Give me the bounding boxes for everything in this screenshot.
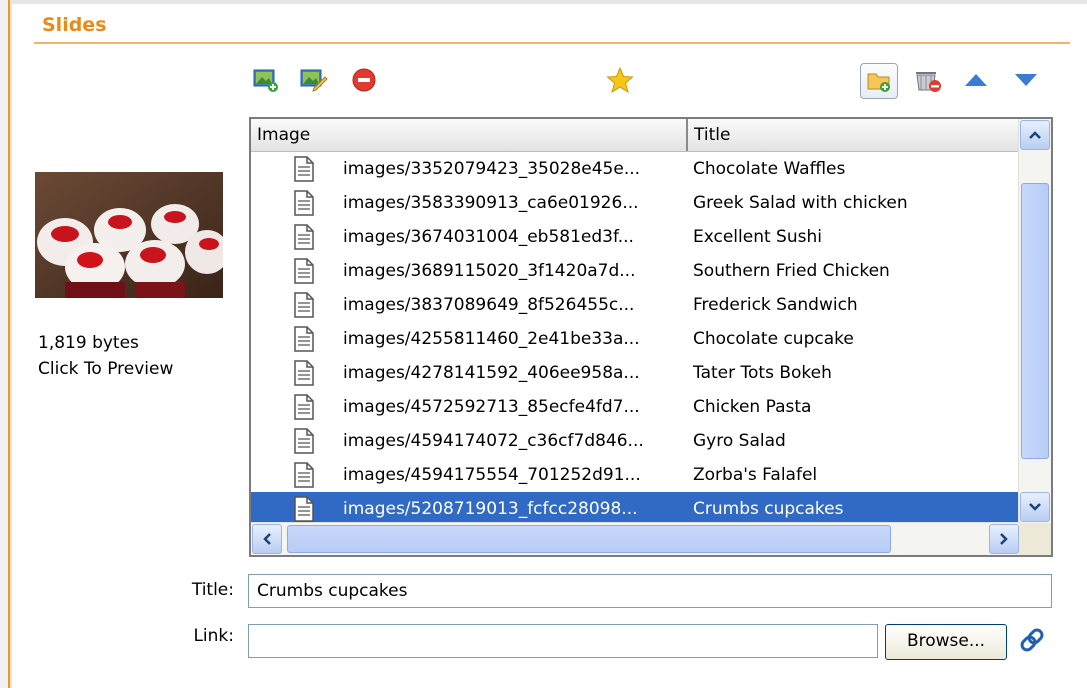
cell-image-path: images/3837089649_8f526455c...	[343, 295, 635, 315]
cell-image-path: images/4255811460_2e41be33a...	[343, 329, 640, 349]
table-row[interactable]: images/4594174072_c36cf7d846... Gyro Sala…	[251, 424, 1021, 458]
table-header: Image Title	[251, 119, 1021, 152]
cell-image-path: images/3352079423_35028e45e...	[343, 159, 641, 179]
edit-image-icon[interactable]	[298, 64, 330, 96]
move-up-icon[interactable]	[960, 64, 992, 96]
table-row[interactable]: images/4594175554_701252d91... Zorba's Fa…	[251, 458, 1021, 492]
file-icon	[294, 156, 314, 182]
delete-icon[interactable]	[348, 64, 380, 96]
cell-image-path: images/3689115020_3f1420a7d...	[343, 261, 636, 281]
scroll-left-button[interactable]	[252, 524, 282, 554]
scroll-up-button[interactable]	[1020, 120, 1050, 150]
add-image-icon[interactable]	[250, 64, 282, 96]
cell-title: Chicken Pasta	[693, 397, 812, 417]
cell-title: Chocolate cupcake	[693, 329, 854, 349]
column-header-title[interactable]: Title	[688, 119, 1021, 151]
table-row[interactable]: images/4278141592_406ee958a... Tater Tots…	[251, 356, 1021, 390]
section-title: Slides	[42, 14, 107, 36]
file-icon	[294, 224, 314, 250]
file-icon	[294, 360, 314, 386]
horizontal-scrollbar[interactable]	[251, 522, 1021, 555]
cell-title: Tater Tots Bokeh	[693, 363, 832, 383]
table-row[interactable]: images/5208719013_fcfcc28098... Crumbs cu…	[251, 492, 1021, 526]
section-divider	[34, 42, 1070, 44]
vertical-scroll-thumb[interactable]	[1021, 183, 1049, 459]
link-icon[interactable]	[1016, 624, 1048, 656]
file-icon	[294, 462, 314, 488]
scroll-down-button[interactable]	[1020, 492, 1050, 522]
file-icon	[294, 190, 314, 216]
file-icon	[294, 258, 314, 284]
link-input[interactable]	[248, 624, 878, 658]
cell-title: Zorba's Falafel	[693, 465, 818, 485]
remove-item-icon[interactable]	[912, 64, 944, 96]
table-row[interactable]: images/3352079423_35028e45e... Chocolate …	[251, 152, 1021, 186]
preview-thumbnail[interactable]	[35, 172, 223, 298]
star-icon[interactable]	[604, 64, 636, 96]
file-icon	[294, 428, 314, 454]
window-left-border	[0, 0, 12, 688]
file-icon	[294, 496, 314, 522]
window-top-border	[12, 0, 1087, 4]
table-row[interactable]: images/3689115020_3f1420a7d... Southern F…	[251, 254, 1021, 288]
click-to-preview-link[interactable]: Click To Preview	[38, 356, 173, 382]
cell-title: Excellent Sushi	[693, 227, 822, 247]
browse-button[interactable]: Browse...	[885, 624, 1007, 660]
cell-image-path: images/5208719013_fcfcc28098...	[343, 499, 638, 519]
horizontal-scroll-thumb[interactable]	[287, 525, 891, 553]
scrollbar-corner	[1019, 523, 1051, 555]
cell-image-path: images/3674031004_eb581ed3f...	[343, 227, 634, 247]
vertical-scrollbar[interactable]	[1018, 119, 1051, 523]
cell-image-path: images/4594175554_701252d91...	[343, 465, 641, 485]
cell-title: Greek Salad with chicken	[693, 193, 908, 213]
add-folder-icon[interactable]	[860, 63, 898, 99]
cell-title: Southern Fried Chicken	[693, 261, 890, 281]
file-icon	[294, 394, 314, 420]
cell-image-path: images/4572592713_85ecfe4fd7...	[343, 397, 640, 417]
move-down-icon[interactable]	[1010, 64, 1042, 96]
table-row[interactable]: images/3674031004_eb581ed3f... Excellent …	[251, 220, 1021, 254]
table-row[interactable]: images/4572592713_85ecfe4fd7... Chicken P…	[251, 390, 1021, 424]
cell-image-path: images/3583390913_ca6e01926...	[343, 193, 639, 213]
cell-title: Chocolate Waffles	[693, 159, 846, 179]
link-label: Link:	[193, 626, 234, 646]
cell-title: Crumbs cupcakes	[693, 499, 844, 519]
cell-title: Frederick Sandwich	[693, 295, 858, 315]
table-row[interactable]: images/4255811460_2e41be33a... Chocolate …	[251, 322, 1021, 356]
title-label: Title:	[191, 580, 234, 600]
cell-image-path: images/4278141592_406ee958a...	[343, 363, 640, 383]
file-size-text: 1,819 bytes	[38, 333, 139, 353]
title-input[interactable]	[248, 574, 1052, 608]
slides-table[interactable]: Image Title images/3352079423_35028e45e.…	[249, 117, 1053, 557]
cell-image-path: images/4594174072_c36cf7d846...	[343, 431, 644, 451]
file-icon	[294, 326, 314, 352]
table-row[interactable]: images/3583390913_ca6e01926... Greek Sala…	[251, 186, 1021, 220]
table-row[interactable]: images/3837089649_8f526455c... Frederick …	[251, 288, 1021, 322]
column-header-image[interactable]: Image	[251, 119, 688, 151]
file-icon	[294, 292, 314, 318]
cell-title: Gyro Salad	[693, 431, 786, 451]
scroll-right-button[interactable]	[989, 524, 1019, 554]
